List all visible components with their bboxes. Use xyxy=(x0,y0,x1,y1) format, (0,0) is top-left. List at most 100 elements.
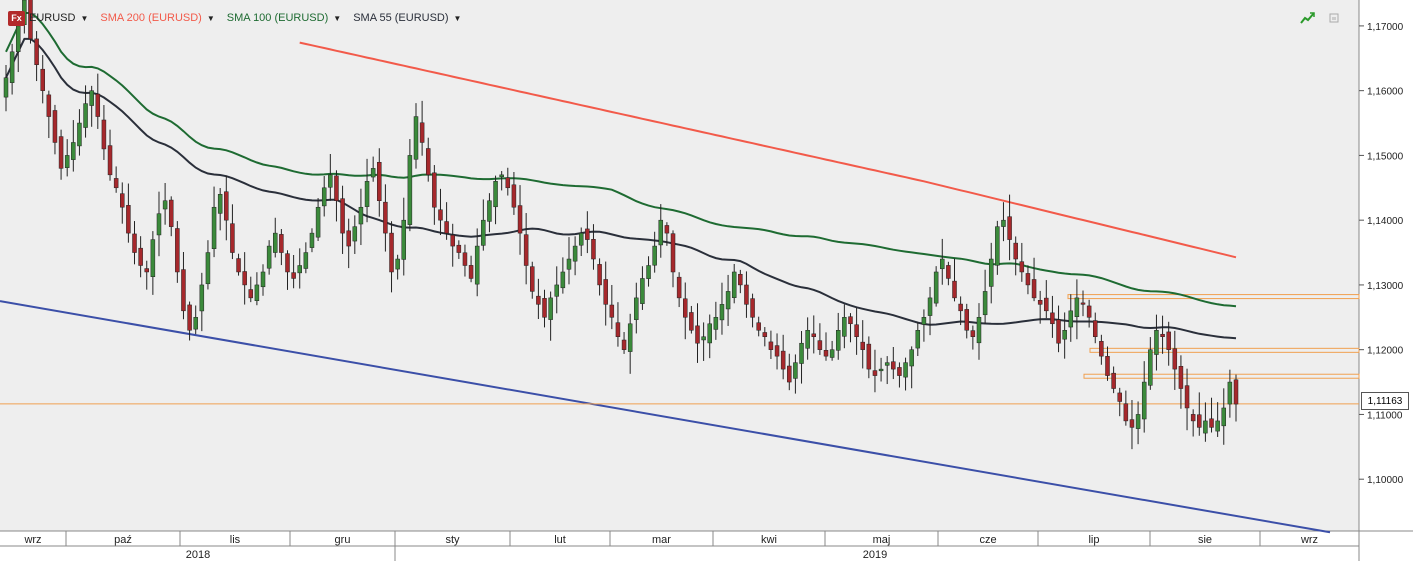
candle-body xyxy=(689,312,694,331)
candle-body xyxy=(634,297,639,320)
candle-body xyxy=(854,324,859,337)
candle-body xyxy=(444,221,449,234)
candle-body xyxy=(468,265,474,279)
chevron-down-icon[interactable]: ▼ xyxy=(207,14,215,23)
candle-body xyxy=(823,350,829,357)
candle-body xyxy=(1019,261,1025,273)
candle-body xyxy=(1123,403,1129,422)
candle-body xyxy=(572,245,578,262)
candle-body xyxy=(805,330,810,349)
x-month-label: mar xyxy=(652,534,671,546)
candle-body xyxy=(707,323,712,344)
candle-body xyxy=(1111,372,1116,389)
candle-body xyxy=(695,325,700,344)
candle-body xyxy=(248,289,254,299)
candle-body xyxy=(1025,273,1031,286)
candle-body xyxy=(750,298,755,318)
candle-body xyxy=(297,265,302,274)
candle-body xyxy=(640,278,645,304)
candle-body xyxy=(273,232,278,253)
candle-body xyxy=(1148,349,1153,386)
current-price-tag: 1,11163 xyxy=(1361,392,1409,410)
candle-body xyxy=(156,213,162,236)
candle-body xyxy=(64,155,70,168)
candle-body xyxy=(1037,300,1043,305)
candle-body xyxy=(120,193,125,208)
candle-body xyxy=(383,201,388,234)
trend-chart-icon[interactable] xyxy=(1300,11,1316,25)
candle-body xyxy=(787,365,792,383)
candle-body xyxy=(878,368,884,372)
symbol-label: EURUSD xyxy=(29,12,76,24)
candle-body xyxy=(144,268,149,273)
candle-body xyxy=(1233,379,1239,405)
candle-body xyxy=(1197,414,1202,428)
candle-body xyxy=(285,253,290,273)
candle-body xyxy=(744,284,749,305)
candle-body xyxy=(340,198,345,234)
indicator-sma100[interactable]: SMA 100 (EURUSD) ▼ xyxy=(227,12,341,24)
candle-body xyxy=(487,200,492,222)
chevron-down-icon[interactable]: ▼ xyxy=(80,14,88,23)
indicator-sma200-label: SMA 200 (EURUSD) xyxy=(100,12,202,24)
candle-body xyxy=(609,304,615,318)
candle-body xyxy=(1007,216,1012,240)
candle-body xyxy=(462,252,468,266)
candle-body xyxy=(450,234,455,247)
candle-body xyxy=(291,272,296,279)
x-month-label: paź xyxy=(114,534,132,546)
chevron-down-icon[interactable]: ▼ xyxy=(454,14,462,23)
x-year-label: 2019 xyxy=(863,549,887,561)
candle-body xyxy=(725,291,731,310)
candle-body xyxy=(884,362,890,366)
candle-body xyxy=(915,330,921,349)
candle-body xyxy=(187,304,192,331)
candle-body xyxy=(842,317,847,337)
x-month-label: maj xyxy=(873,534,891,546)
indicator-sma200[interactable]: SMA 200 (EURUSD) ▼ xyxy=(100,12,214,24)
candle-body xyxy=(71,142,76,160)
candle-body xyxy=(1001,219,1006,227)
candle-body xyxy=(499,174,504,178)
candle-body xyxy=(1105,356,1110,376)
chart-tools xyxy=(1300,11,1340,25)
candle-body xyxy=(3,77,9,98)
candle-body xyxy=(964,309,969,331)
chevron-down-icon[interactable]: ▼ xyxy=(333,14,341,23)
candle-body xyxy=(511,184,517,208)
indicator-sma55[interactable]: SMA 55 (EURUSD) ▼ xyxy=(353,12,461,24)
candle-body xyxy=(1129,419,1135,428)
price-chart[interactable]: 1,10000 1,11000 1,12000 1,13000 1,14000 1,150… xyxy=(0,0,1413,561)
candle-body xyxy=(413,116,419,160)
candle-body xyxy=(652,245,657,266)
candle-body xyxy=(236,258,241,273)
symbol-selector[interactable]: Fx EURUSD ▼ xyxy=(8,10,88,26)
candle-body xyxy=(1209,418,1214,428)
candle-body xyxy=(1093,320,1098,337)
candle-body xyxy=(903,362,908,378)
plot-area[interactable] xyxy=(0,0,1359,531)
candle-body xyxy=(456,244,462,253)
candle-body xyxy=(1141,381,1147,420)
x-month-label: wrz xyxy=(1300,534,1318,546)
candle-body xyxy=(1160,333,1165,337)
candle-body xyxy=(352,226,358,242)
candle-body xyxy=(242,271,247,286)
candle-body xyxy=(530,266,535,292)
candle-body xyxy=(1154,330,1159,355)
candle-body xyxy=(1184,385,1190,409)
restore-icon[interactable] xyxy=(1328,12,1340,24)
x-month-label: gru xyxy=(335,534,351,546)
candle-body xyxy=(1044,297,1049,312)
candle-body xyxy=(401,219,407,260)
candle-body xyxy=(1080,302,1086,305)
candle-body xyxy=(1050,312,1055,325)
candle-body xyxy=(309,232,315,248)
candle-body xyxy=(126,205,131,234)
candle-body xyxy=(1074,297,1080,317)
candle-body xyxy=(676,276,682,299)
candle-body xyxy=(872,370,878,376)
candle-body xyxy=(101,119,107,150)
candle-body xyxy=(1221,407,1227,427)
candle-body xyxy=(670,233,676,273)
